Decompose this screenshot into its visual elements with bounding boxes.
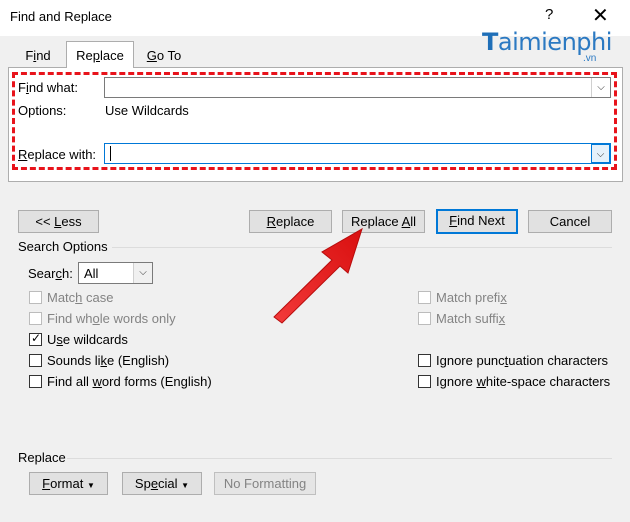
match-case-label: Match case (47, 290, 114, 305)
word-forms-label: Find all word forms (English) (47, 374, 212, 389)
format-button[interactable]: Format ▼ (29, 472, 108, 495)
find-next-button[interactable]: Find Next (436, 209, 518, 234)
tab-replace[interactable]: Replace (66, 41, 134, 68)
chevron-down-icon[interactable]: ⌵ (591, 78, 610, 97)
replace-with-input[interactable]: ⌵ (104, 143, 611, 164)
window-title: Find and Replace (10, 9, 112, 24)
search-label: Search: (28, 266, 73, 281)
match-prefix-checkbox[interactable] (418, 291, 431, 304)
find-what-label: Find what: (18, 80, 78, 95)
special-button[interactable]: Special ▼ (122, 472, 202, 495)
word-forms-checkbox[interactable] (29, 375, 42, 388)
search-direction-select[interactable]: All ⌵ (78, 262, 153, 284)
watermark-tld: .vn (583, 53, 597, 64)
use-wildcards-checkbox[interactable]: ✓ (29, 331, 42, 346)
replace-with-label: Replace with: (18, 147, 97, 162)
annotation-arrow (273, 227, 363, 324)
chevron-down-icon[interactable]: ⌵ (133, 263, 152, 283)
match-suffix-checkbox[interactable] (418, 312, 431, 325)
tab-find[interactable]: Find (14, 44, 62, 66)
close-button[interactable]: ✕ (592, 3, 609, 28)
check-mark-icon: ✓ (31, 331, 42, 345)
search-direction-value: All (84, 266, 99, 281)
match-suffix-label: Match suffix (436, 311, 506, 326)
ignore-whitespace-checkbox[interactable] (418, 375, 431, 388)
options-label: Options: (18, 103, 67, 118)
whole-words-checkbox[interactable] (29, 312, 42, 325)
match-prefix-label: Match prefix (436, 290, 507, 305)
ignore-punctuation-checkbox[interactable] (418, 354, 431, 367)
less-button[interactable]: << Less (18, 210, 99, 233)
match-case-checkbox[interactable] (29, 291, 42, 304)
dropdown-caret-icon: ▼ (181, 481, 190, 490)
sounds-like-checkbox[interactable] (29, 354, 42, 367)
find-what-input[interactable]: ⌵ (104, 77, 611, 98)
cancel-button[interactable]: Cancel (528, 210, 612, 233)
dropdown-caret-icon: ▼ (86, 481, 95, 490)
divider (67, 458, 612, 459)
whole-words-label: Find whole words only (47, 311, 176, 326)
watermark-logo: Taimienphi (482, 28, 612, 56)
no-formatting-button[interactable]: No Formatting (214, 472, 316, 495)
ignore-whitespace-label: Ignore white-space characters (436, 374, 611, 389)
replace-section-heading: Replace (18, 450, 66, 465)
ignore-punctuation-label: Ignore punctuation characters (436, 353, 609, 368)
search-options-heading: Search Options (18, 239, 108, 254)
help-button[interactable]: ? (545, 6, 553, 23)
tab-go-to[interactable]: Go To (138, 44, 190, 66)
options-value: Use Wildcards (105, 103, 189, 118)
sounds-like-label: Sounds like (English) (47, 353, 170, 368)
text-cursor (110, 146, 111, 161)
chevron-down-icon[interactable]: ⌵ (591, 144, 610, 163)
use-wildcards-label: Use wildcards (47, 332, 128, 347)
